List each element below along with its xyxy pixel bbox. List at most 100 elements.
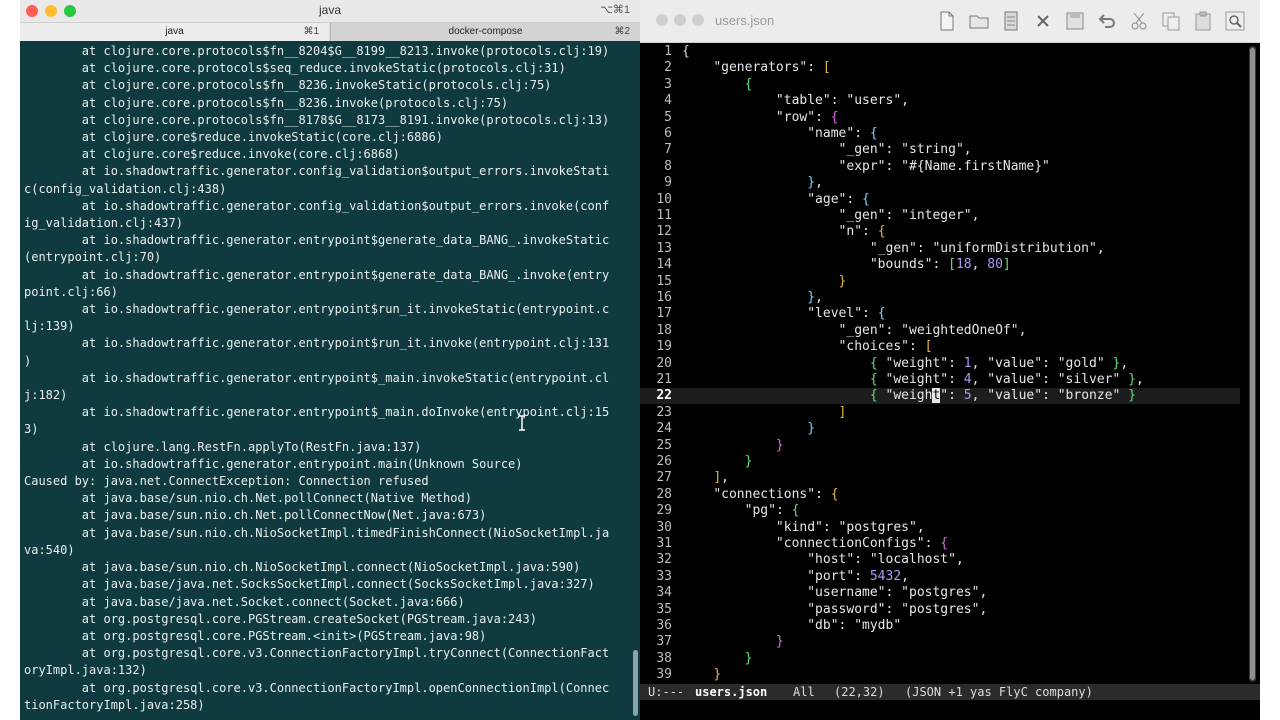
code-token: , — [815, 175, 823, 191]
code-line[interactable]: ] — [682, 405, 847, 420]
search-icon[interactable] — [1222, 8, 1248, 34]
open-folder-icon[interactable] — [966, 8, 992, 34]
code-token: : — [885, 585, 902, 601]
code-token: : — [885, 601, 902, 617]
line-number: 4 — [664, 93, 672, 109]
code-line[interactable]: "n": { — [682, 224, 886, 239]
editor-buffer[interactable]: 1{2 "generators": [3 {4 "table": "users"… — [640, 44, 1246, 684]
code-line[interactable]: { "weight": 4, "value": "silver" }, — [682, 372, 1144, 387]
code-token: "postgres" — [901, 585, 980, 601]
tab-docker-compose[interactable]: docker-compose ⌘2 — [330, 23, 640, 41]
code-line[interactable]: } — [682, 454, 753, 469]
code-token: "_gen" — [838, 142, 886, 158]
code-line[interactable]: } — [682, 438, 784, 453]
code-line[interactable]: "pg": { — [682, 503, 800, 519]
new-file-icon[interactable] — [934, 8, 960, 34]
code-token: : — [885, 322, 902, 338]
code-line[interactable]: "username": "postgres", — [682, 585, 987, 600]
terminal-titlebar: java ⌥⌘1 — [20, 0, 640, 23]
code-token: "localhost" — [869, 552, 956, 568]
code-line[interactable]: { — [682, 76, 753, 92]
code-line[interactable]: "db": "mydb" — [682, 618, 901, 633]
code-line[interactable]: }, — [682, 290, 823, 305]
copy-icon[interactable] — [1158, 8, 1184, 34]
cut-icon[interactable] — [1126, 8, 1152, 34]
code-line[interactable]: "_gen": "integer", — [682, 208, 980, 223]
code-line[interactable]: "age": { — [682, 192, 870, 207]
code-token: ] — [1002, 257, 1011, 273]
code-token: "mydb" — [854, 618, 902, 633]
code-line[interactable]: } — [682, 274, 847, 289]
line-number: 14 — [656, 257, 672, 273]
code-line[interactable]: "port": 5432, — [682, 569, 909, 584]
code-line[interactable]: { "weight": 1, "value": "gold" }, — [682, 356, 1128, 371]
terminal-output-area[interactable]: at clojure.core.protocols$fn__8204$G__81… — [20, 41, 626, 720]
code-line[interactable]: } — [682, 634, 784, 649]
save-icon[interactable] — [1062, 8, 1088, 34]
line-number: 28 — [656, 486, 672, 502]
code-line[interactable]: "connections": { — [682, 486, 839, 502]
code-token: { — [744, 76, 753, 92]
code-token: "generators" — [713, 60, 808, 76]
code-line[interactable]: "kind": "postgres", — [682, 520, 925, 535]
code-line[interactable]: { — [682, 44, 690, 59]
code-line[interactable]: "expr": "#{Name.firstName}" — [682, 159, 1050, 174]
code-line[interactable]: "bounds": [18, 80] — [682, 257, 1011, 272]
code-line[interactable]: "_gen": "uniformDistribution", — [682, 241, 1105, 256]
code-token: 1 — [963, 355, 972, 371]
code-line[interactable]: "_gen": "weightedOneOf", — [682, 322, 1027, 338]
code-line[interactable]: }, — [682, 175, 823, 190]
code-token: { — [877, 306, 886, 322]
close-window-button[interactable] — [656, 14, 668, 26]
code-token: : — [885, 142, 902, 158]
code-line[interactable]: } — [682, 421, 815, 436]
code-line[interactable]: "host": "localhost", — [682, 552, 964, 567]
minibuffer[interactable] — [640, 700, 1260, 720]
code-token: { — [940, 536, 949, 551]
line-number: 36 — [656, 618, 672, 633]
minimize-window-button[interactable] — [674, 14, 686, 26]
code-line[interactable]: } — [682, 651, 753, 666]
code-line[interactable]: "level": { — [682, 306, 886, 322]
code-line[interactable]: "choices": [ — [682, 339, 933, 355]
code-token: "uniformDistribution" — [932, 240, 1097, 256]
code-line[interactable]: "_gen": "string", — [682, 142, 972, 157]
editor-scrollbar-thumb[interactable] — [1250, 48, 1255, 680]
code-token: { — [830, 486, 839, 502]
open-file-icon[interactable] — [998, 8, 1024, 34]
code-line[interactable]: "row": { — [682, 110, 839, 125]
code-line[interactable]: ], — [682, 470, 729, 485]
code-token: : — [830, 93, 847, 109]
tab-java[interactable]: java ⌘1 — [20, 23, 329, 41]
code-line[interactable]: "password": "postgres", — [682, 602, 987, 617]
undo-icon[interactable] — [1094, 8, 1120, 34]
code-token: } — [807, 290, 816, 305]
code-line[interactable]: "generators": [ — [682, 60, 830, 76]
zoom-window-button[interactable] — [692, 14, 704, 26]
modeline-modes: (JSON +1 yas FlyC company) — [905, 685, 1093, 699]
code-line[interactable]: { "weight": 5, "value": "bronze" } — [682, 388, 1136, 404]
code-token: : — [909, 339, 925, 355]
close-icon[interactable] — [1030, 8, 1056, 34]
code-token: "bronze" — [1057, 388, 1121, 404]
code-token: "kind" — [775, 519, 823, 535]
code-line[interactable]: "table": "users", — [682, 93, 909, 108]
code-token: { — [791, 503, 800, 519]
terminal-scrollbar[interactable] — [633, 650, 638, 716]
code-token: ] — [713, 470, 722, 486]
paste-icon[interactable] — [1190, 8, 1216, 34]
code-token: } — [713, 667, 722, 683]
code-token: : — [885, 158, 902, 174]
code-line[interactable]: "name": { — [682, 126, 877, 141]
code-line[interactable]: } — [682, 667, 721, 682]
line-number: 29 — [656, 503, 672, 519]
code-line[interactable]: "connectionConfigs": { — [682, 536, 948, 551]
